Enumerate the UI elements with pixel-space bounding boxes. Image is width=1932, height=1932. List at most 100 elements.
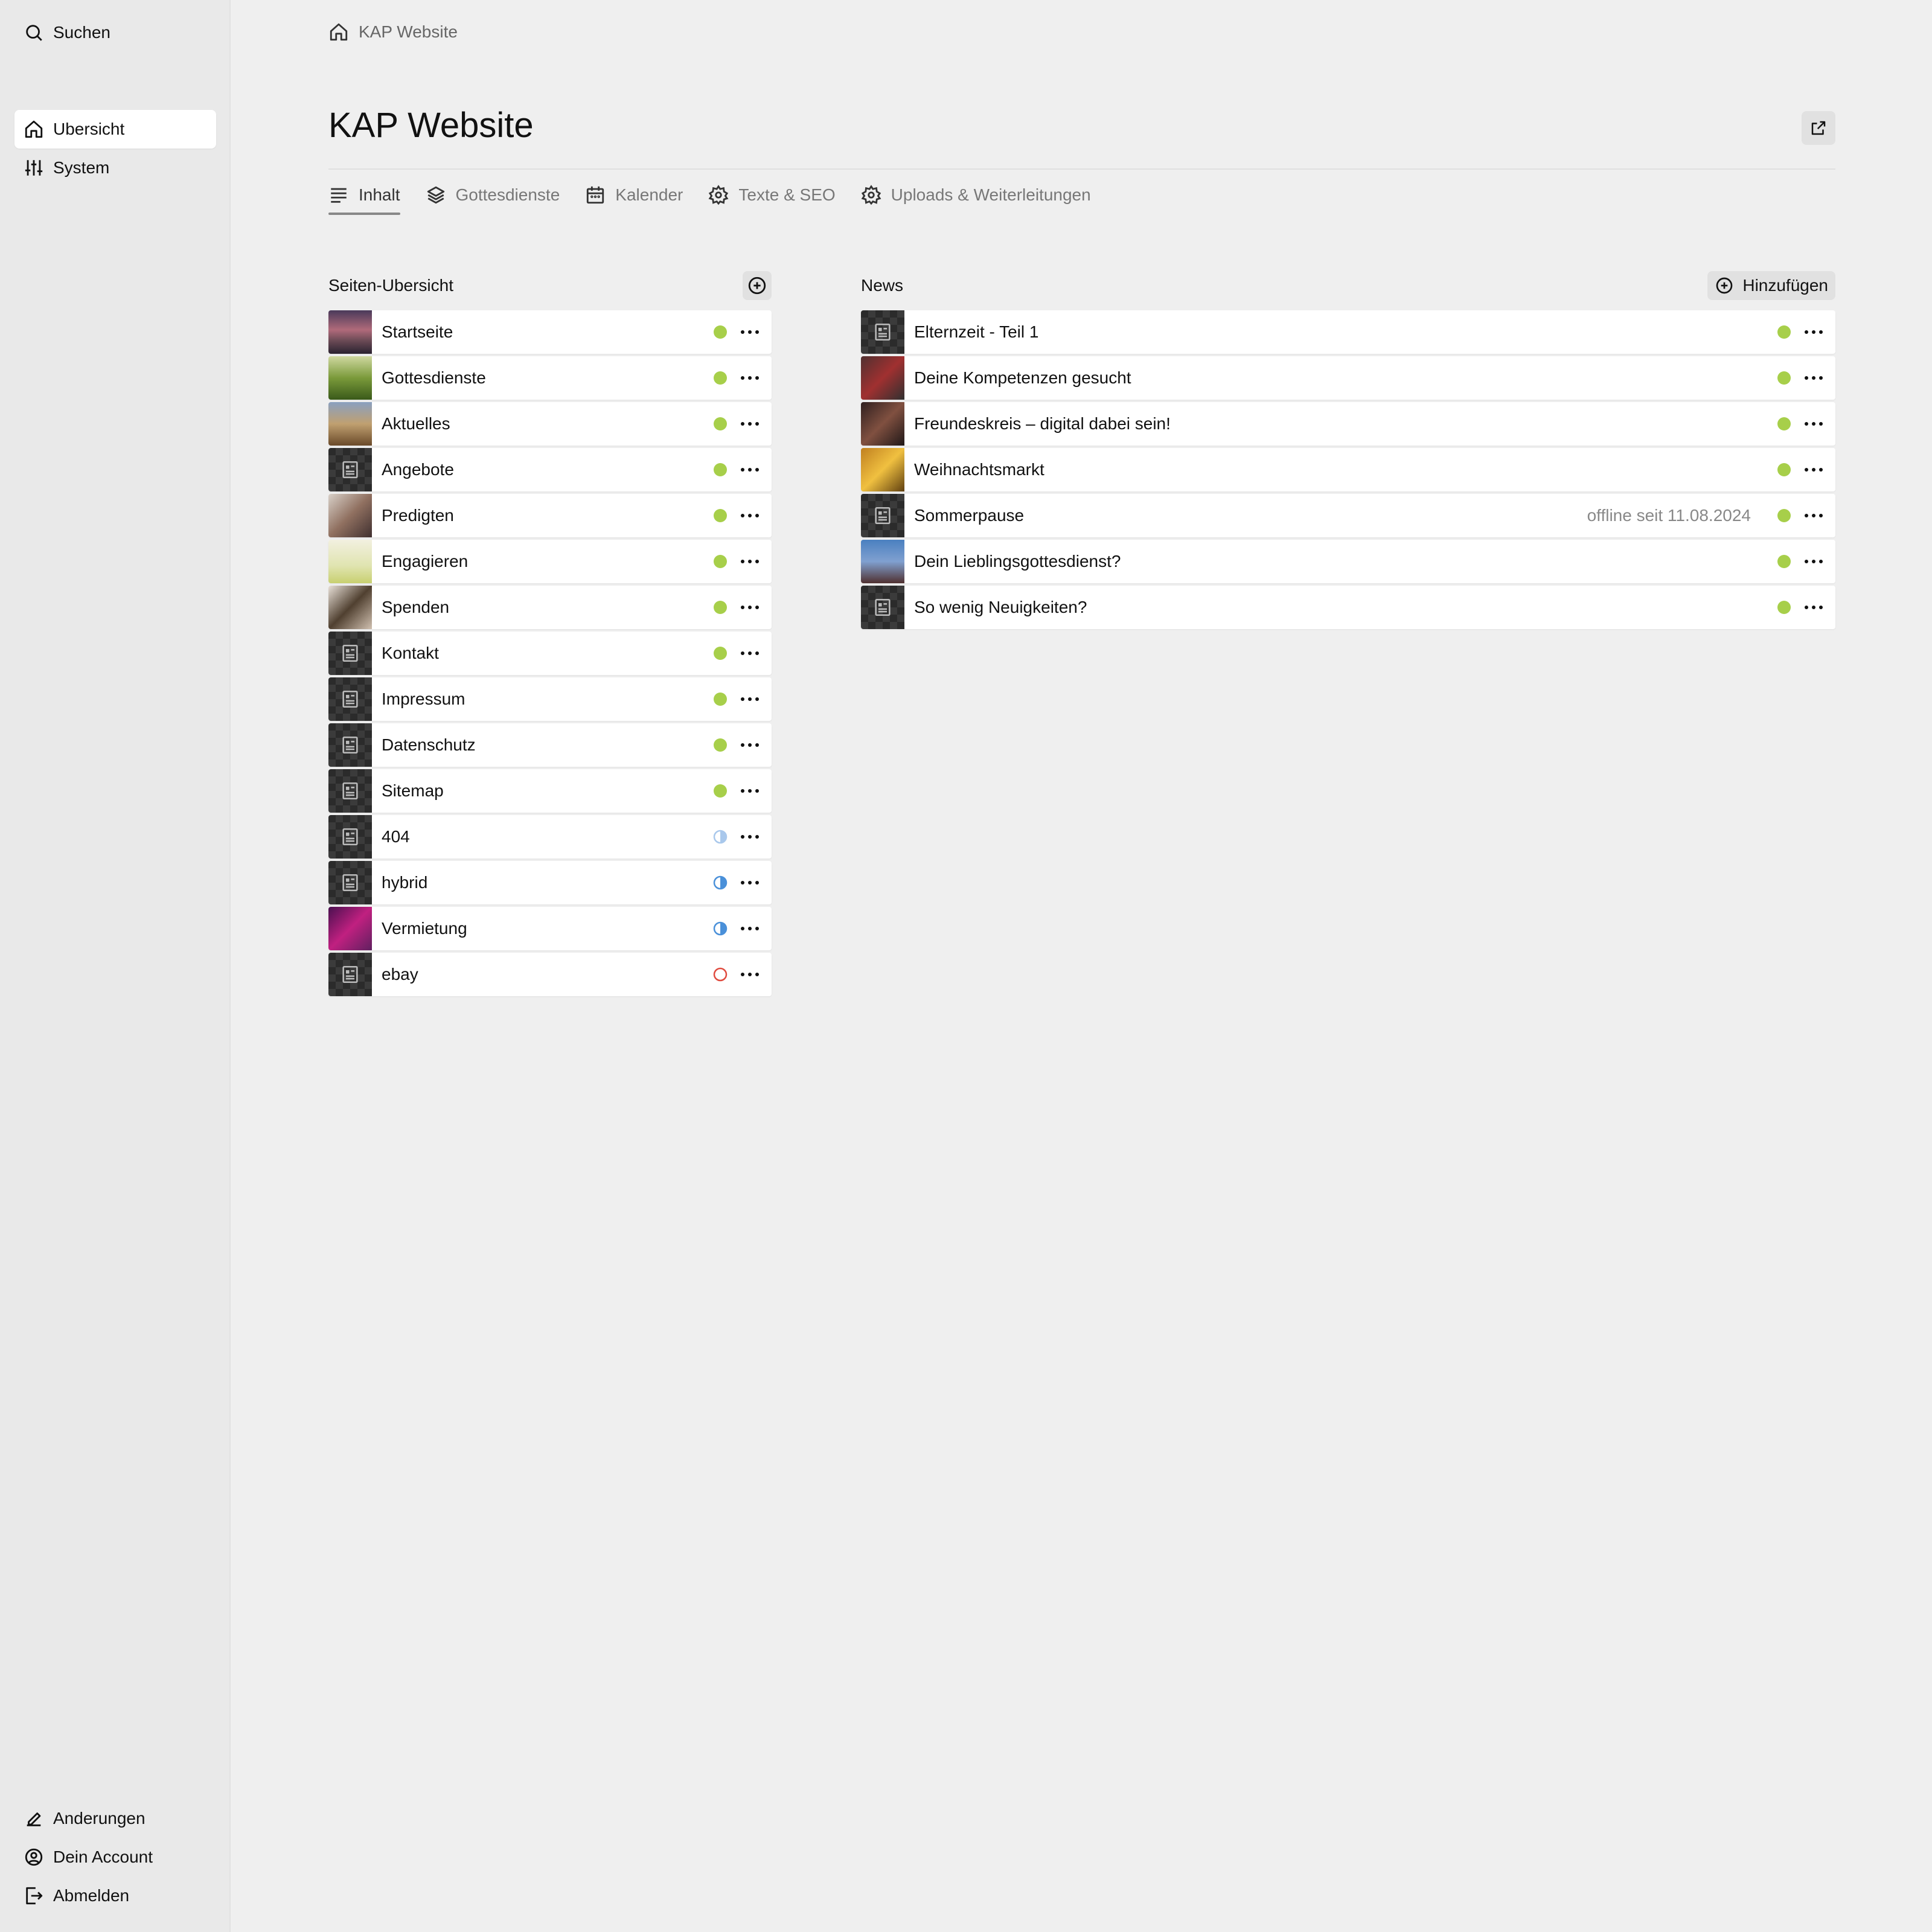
thumbnail-image <box>328 586 372 629</box>
page-placeholder-icon <box>328 861 372 904</box>
more-options-icon[interactable] <box>1792 328 1835 336</box>
list-item[interactable]: Impressum <box>328 677 772 721</box>
page-placeholder-icon <box>328 723 372 767</box>
more-options-icon[interactable] <box>1792 512 1835 519</box>
search-button[interactable]: Suchen <box>14 13 216 52</box>
more-options-icon[interactable] <box>728 971 772 978</box>
list-item[interactable]: Deine Kompetenzen gesucht <box>861 356 1835 400</box>
add-news-button[interactable]: Hinzufügen <box>1707 271 1835 300</box>
pencil-icon <box>14 1808 53 1829</box>
list-item[interactable]: Startseite <box>328 310 772 354</box>
list-item-meta: offline seit 11.08.2024 <box>1587 506 1751 525</box>
sidebar-item-system[interactable]: System <box>14 149 216 187</box>
more-options-icon[interactable] <box>728 833 772 840</box>
plus-circle-icon <box>747 275 767 296</box>
status-icon[interactable] <box>712 875 728 891</box>
status-icon[interactable] <box>1776 416 1792 432</box>
thumbnail-image <box>328 310 372 354</box>
status-icon[interactable] <box>712 967 728 982</box>
breadcrumb[interactable]: KAP Website <box>328 19 458 45</box>
list-item[interactable]: Engagieren <box>328 540 772 583</box>
gear-icon <box>861 185 881 205</box>
status-icon[interactable] <box>712 645 728 661</box>
more-options-icon[interactable] <box>728 741 772 749</box>
list-item-title: ebay <box>382 965 418 984</box>
list-item[interactable]: Freundeskreis – digital dabei sein! <box>861 402 1835 446</box>
status-icon[interactable] <box>712 921 728 936</box>
status-icon[interactable] <box>712 783 728 799</box>
list-item-title: Datenschutz <box>382 735 476 754</box>
list-item[interactable]: 404 <box>328 815 772 859</box>
list-item[interactable]: Sommerpause offline seit 11.08.2024 <box>861 494 1835 537</box>
list-item[interactable]: Gottesdienste <box>328 356 772 400</box>
status-icon[interactable] <box>712 370 728 386</box>
tab-uploads-redirects[interactable]: Uploads & Weiterleitungen <box>861 175 1091 215</box>
status-icon[interactable] <box>712 324 728 340</box>
list-item[interactable]: hybrid <box>328 861 772 904</box>
status-icon[interactable] <box>1776 462 1792 478</box>
more-options-icon[interactable] <box>1792 466 1835 473</box>
more-options-icon[interactable] <box>1792 558 1835 565</box>
status-icon[interactable] <box>712 737 728 753</box>
list-item[interactable]: Angebote <box>328 448 772 491</box>
status-icon[interactable] <box>712 462 728 478</box>
list-item[interactable]: Datenschutz <box>328 723 772 767</box>
more-options-icon[interactable] <box>728 512 772 519</box>
tab-texts-seo[interactable]: Texte & SEO <box>708 175 836 215</box>
more-options-icon[interactable] <box>728 558 772 565</box>
changes-button[interactable]: Anderungen <box>14 1799 216 1838</box>
tab-content[interactable]: Inhalt <box>328 175 400 215</box>
status-icon[interactable] <box>712 508 728 523</box>
status-icon[interactable] <box>712 829 728 845</box>
more-options-icon[interactable] <box>728 328 772 336</box>
tab-services[interactable]: Gottesdienste <box>426 175 560 215</box>
list-item[interactable]: So wenig Neuigkeiten? <box>861 586 1835 629</box>
status-icon[interactable] <box>1776 600 1792 615</box>
list-item[interactable]: Dein Lieblingsgottesdienst? <box>861 540 1835 583</box>
account-button[interactable]: Dein Account <box>14 1838 216 1876</box>
list-item[interactable]: Spenden <box>328 586 772 629</box>
news-title: News <box>861 276 904 295</box>
list-item[interactable]: Sitemap <box>328 769 772 813</box>
tab-label: Texte & SEO <box>738 185 836 204</box>
list-item[interactable]: Aktuelles <box>328 402 772 446</box>
logout-button[interactable]: Abmelden <box>14 1876 216 1915</box>
status-icon[interactable] <box>1776 370 1792 386</box>
list-item-title: Kontakt <box>382 644 439 662</box>
more-options-icon[interactable] <box>1792 604 1835 611</box>
more-options-icon[interactable] <box>728 696 772 703</box>
more-options-icon[interactable] <box>728 420 772 427</box>
logout-label: Abmelden <box>53 1886 130 1905</box>
list-item[interactable]: Elternzeit - Teil 1 <box>861 310 1835 354</box>
list-item-title: Startseite <box>382 322 453 341</box>
status-icon[interactable] <box>712 416 728 432</box>
more-options-icon[interactable] <box>1792 374 1835 382</box>
list-item[interactable]: Kontakt <box>328 632 772 675</box>
more-options-icon[interactable] <box>728 879 772 886</box>
list-item[interactable]: Weihnachtsmarkt <box>861 448 1835 491</box>
more-options-icon[interactable] <box>728 374 772 382</box>
status-icon[interactable] <box>1776 324 1792 340</box>
list-item[interactable]: Vermietung <box>328 907 772 950</box>
status-icon[interactable] <box>712 691 728 707</box>
pages-header: Seiten-Ubersicht <box>328 270 772 301</box>
tab-calendar[interactable]: Kalender <box>585 175 683 215</box>
status-icon[interactable] <box>1776 554 1792 569</box>
status-icon[interactable] <box>1776 508 1792 523</box>
status-icon[interactable] <box>712 600 728 615</box>
list-item[interactable]: Predigten <box>328 494 772 537</box>
thumbnail-image <box>861 356 904 400</box>
more-options-icon[interactable] <box>728 650 772 657</box>
sidebar-item-overview[interactable]: Ubersicht <box>14 110 216 149</box>
open-website-button[interactable] <box>1802 111 1835 145</box>
list-item[interactable]: ebay <box>328 953 772 996</box>
more-options-icon[interactable] <box>728 787 772 795</box>
plus-circle-icon <box>1715 276 1734 295</box>
more-options-icon[interactable] <box>1792 420 1835 427</box>
add-page-button[interactable] <box>743 271 772 300</box>
status-icon[interactable] <box>712 554 728 569</box>
more-options-icon[interactable] <box>728 925 772 932</box>
more-options-icon[interactable] <box>728 466 772 473</box>
more-options-icon[interactable] <box>728 604 772 611</box>
list-item-title: Dein Lieblingsgottesdienst? <box>914 552 1121 571</box>
